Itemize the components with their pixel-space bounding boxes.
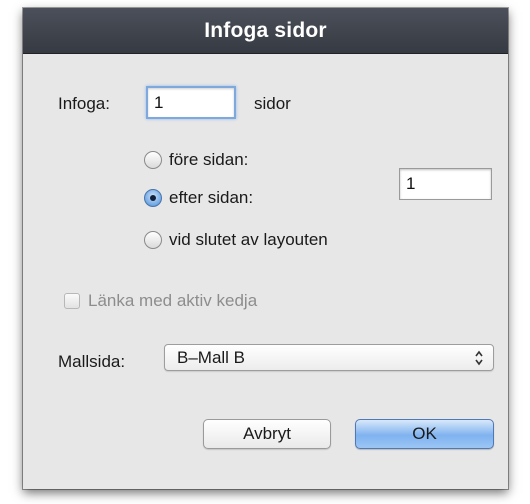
page-number-field[interactable] — [399, 168, 492, 200]
master-page-label: Mallsida: — [58, 352, 126, 371]
radio-button-after[interactable] — [144, 189, 162, 207]
checkbox-box[interactable] — [64, 293, 80, 309]
radio-after-label: efter sidan: — [169, 188, 254, 207]
radio-before-page[interactable]: före sidan: — [144, 150, 248, 170]
dialog-title: Infoga sidor — [204, 18, 327, 42]
radio-before-label: före sidan: — [169, 150, 249, 169]
link-active-chain-checkbox[interactable]: Länka med aktiv kedja — [64, 291, 257, 311]
radio-button-before[interactable] — [144, 151, 162, 169]
radio-end-of-layout[interactable]: vid slutet av layouten — [144, 230, 328, 250]
link-active-chain-label: Länka med aktiv kedja — [88, 291, 258, 310]
pages-label: sidor — [254, 94, 291, 113]
insert-label: Infoga: — [58, 94, 110, 113]
master-page-value: B–Mall B — [177, 347, 246, 367]
radio-button-end[interactable] — [144, 231, 162, 249]
insert-count-field[interactable] — [146, 86, 236, 119]
cancel-button[interactable]: Avbryt — [203, 419, 331, 449]
dialog-title-bar[interactable]: Infoga sidor — [23, 8, 508, 54]
radio-end-label: vid slutet av layouten — [169, 230, 328, 249]
up-down-chevron-icon — [475, 350, 483, 366]
master-page-select[interactable]: B–Mall B — [164, 344, 494, 371]
insert-pages-dialog: Infoga sidor Infoga: sidor före sidan: e… — [23, 8, 508, 489]
ok-button[interactable]: OK — [355, 419, 494, 449]
radio-after-page[interactable]: efter sidan: — [144, 188, 253, 208]
